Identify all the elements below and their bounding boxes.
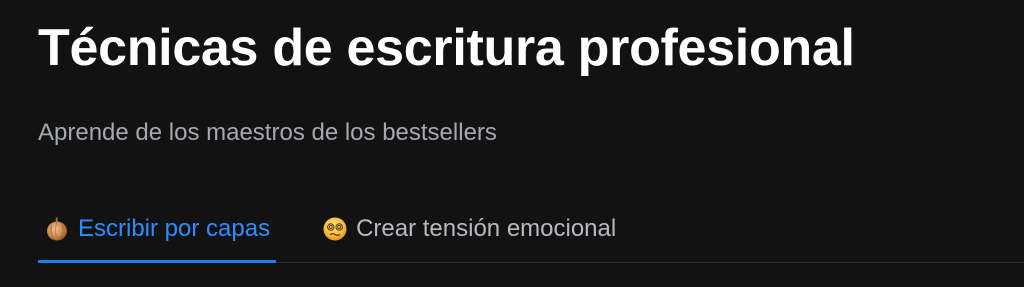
tab-label: Crear tensión emocional — [356, 215, 617, 242]
page-title: Técnicas de escritura profesional — [38, 19, 855, 77]
tab-label: Escribir por capas — [78, 215, 271, 242]
page: Técnicas de escritura profesional Aprend… — [0, 0, 1024, 287]
tab-escribir-por-capas[interactable]: Escribir por capas — [38, 198, 277, 263]
page-subtitle: Aprende de los maestros de los bestselle… — [38, 119, 497, 146]
tab-crear-tension-emocional[interactable]: Crear tensión emocional — [316, 198, 622, 260]
tab-bar: Escribir por capas Crear tensión emocion… — [38, 198, 1024, 263]
onion-icon — [44, 216, 70, 242]
dizzy-face-icon — [322, 216, 348, 242]
